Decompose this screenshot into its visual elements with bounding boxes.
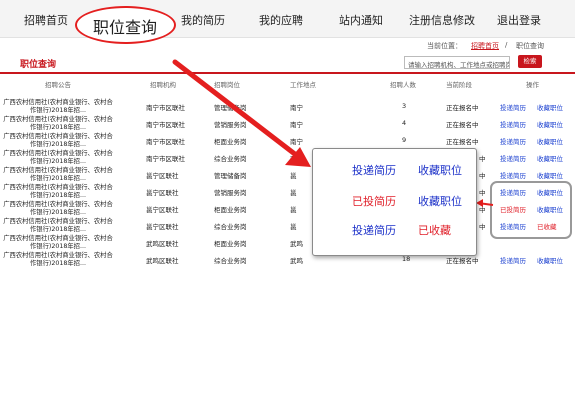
callout-submit-resume: 投递简历 [352, 164, 396, 177]
annotation-arrows [172, 59, 494, 207]
callout-favorite-position: 收藏职位 [418, 164, 462, 177]
callout-favorite-position: 收藏职位 [418, 195, 462, 208]
nav-item-job-search[interactable]: 职位查询 [93, 14, 157, 38]
callout-resume-submitted: 已投简历 [352, 195, 396, 208]
zoomed-actions-callout: 投递简历 收藏职位 已投简历 收藏职位 投递简历 已收藏 [312, 148, 477, 256]
callout-submit-resume: 投递简历 [352, 224, 396, 237]
callout-favorited: 已收藏 [418, 224, 451, 237]
